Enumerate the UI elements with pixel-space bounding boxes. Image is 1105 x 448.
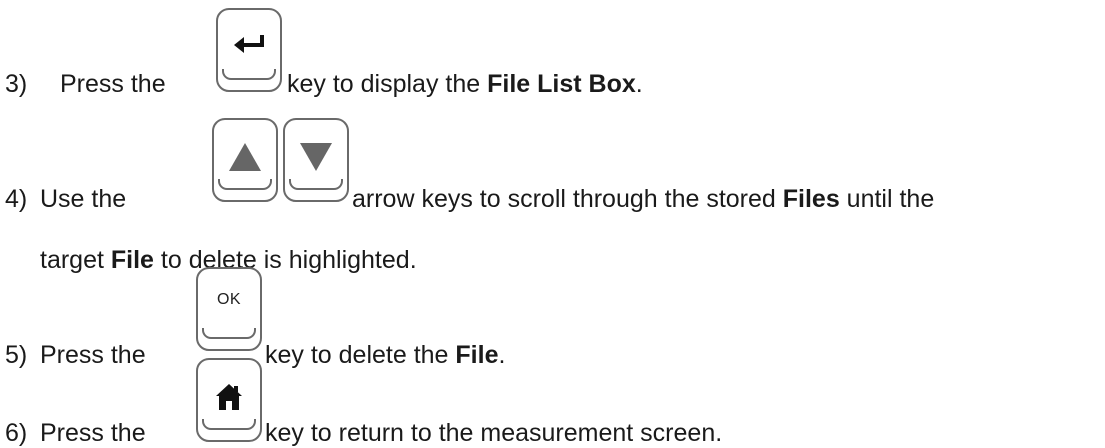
ok-key-label: OK bbox=[216, 291, 242, 308]
up-arrow-icon bbox=[229, 143, 261, 171]
bold-term: File List Box bbox=[487, 70, 636, 98]
step-text: Press the bbox=[40, 419, 146, 447]
enter-key bbox=[216, 8, 282, 92]
step-number: 4) bbox=[5, 185, 28, 213]
step-text: Press the bbox=[40, 341, 146, 369]
ok-key: OK bbox=[196, 267, 262, 351]
bold-term: File bbox=[455, 341, 499, 369]
step-text: key to return to the measurement screen. bbox=[265, 419, 723, 447]
bold-term: Files bbox=[782, 185, 840, 213]
step-number: 5) bbox=[5, 341, 28, 369]
step-number: 6) bbox=[5, 419, 28, 447]
up-arrow-key bbox=[212, 118, 278, 202]
down-arrow-icon bbox=[300, 143, 332, 171]
home-icon bbox=[216, 384, 242, 410]
step-text: Use the bbox=[40, 185, 127, 213]
step-text: arrow keys to scroll through the stored … bbox=[352, 185, 935, 213]
step-text: key to display the File List Box. bbox=[287, 70, 643, 98]
step-text: Press the bbox=[60, 70, 166, 98]
enter-icon bbox=[234, 35, 264, 53]
bold-term: File bbox=[110, 246, 154, 274]
step-number: 3) bbox=[5, 70, 28, 98]
home-key bbox=[196, 358, 262, 442]
down-arrow-key bbox=[283, 118, 349, 202]
step-text: key to delete the File. bbox=[265, 341, 506, 369]
